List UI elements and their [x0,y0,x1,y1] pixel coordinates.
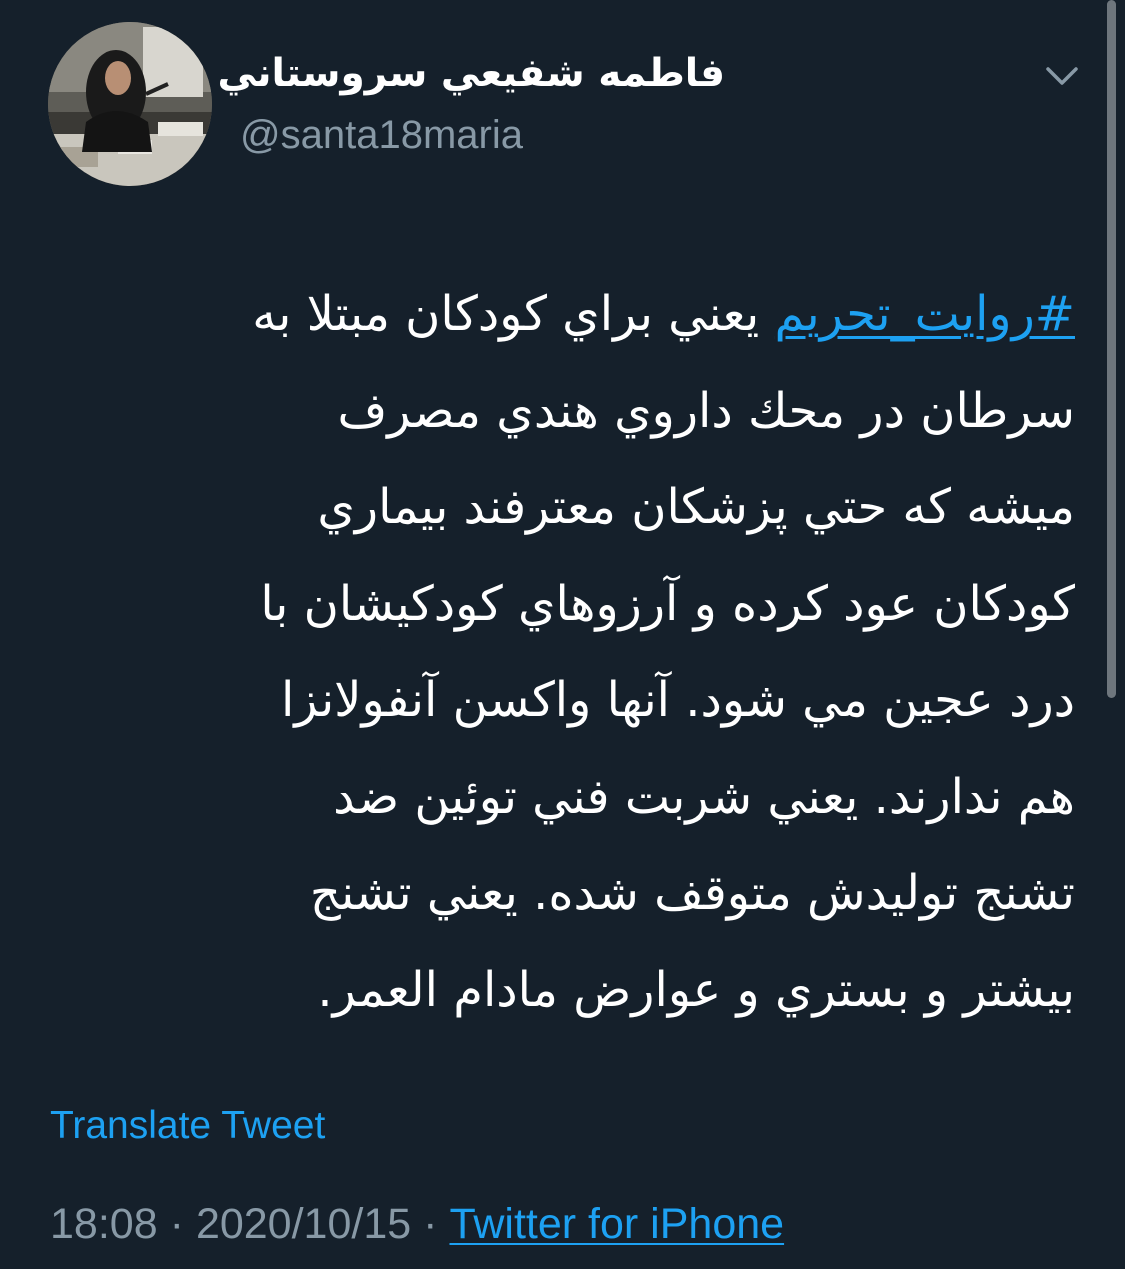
tweet-line: ميشه كه حتي پزشكان معترفند بيماري [317,479,1075,535]
hashtag-link[interactable]: #روايت_تحريم [774,286,1075,342]
tweet-source-link[interactable]: Twitter for iPhone [449,1200,784,1248]
tweet-line: كودكان عود كرده و آرزوهاي كودكيشان با [260,575,1075,632]
tweet-text: #روايت_تحريم يعني براي كودكان مبتلا به س… [35,266,1075,1038]
tweet-line: بيشتر و بستري و عوارض مادام العمر. [317,961,1075,1018]
display-name[interactable]: فاطمه شفيعي سروستاني [217,48,725,100]
tweet-date: 2020/10/15 [195,1200,412,1248]
tweet-line: #روايت_تحريم يعني براي كودكان مبتلا به [35,266,1075,363]
avatar[interactable] [48,22,212,186]
translate-tweet-link[interactable]: Translate Tweet [50,1100,325,1152]
chevron-down-icon[interactable] [1040,55,1084,99]
tweet-line: هم ندارند. يعني شربت فني توئين ضد [333,768,1075,825]
tweet-meta: 18:08 · 2020/10/15 · Twitter for iPhone [50,1196,784,1252]
meta-separator: · [423,1200,438,1248]
tweet-line: سرطان در محك داروي هندي مصرف [337,382,1075,439]
tweet-line: درد عجين مي شود. آنها واكسن آنفولانزا [281,672,1075,728]
tweet-line-text: يعني براي كودكان مبتلا به [252,286,760,342]
meta-separator: · [169,1200,184,1248]
username-handle[interactable]: @santa18maria [240,110,523,160]
tweet-line: تشنج توليدش متوقف شده. يعني تشنج [309,865,1075,921]
tweet-detail-view: فاطمه شفيعي سروستاني @santa18maria #رواي… [0,0,1125,1269]
scrollbar[interactable] [1107,0,1116,698]
tweet-time: 18:08 [50,1200,158,1248]
